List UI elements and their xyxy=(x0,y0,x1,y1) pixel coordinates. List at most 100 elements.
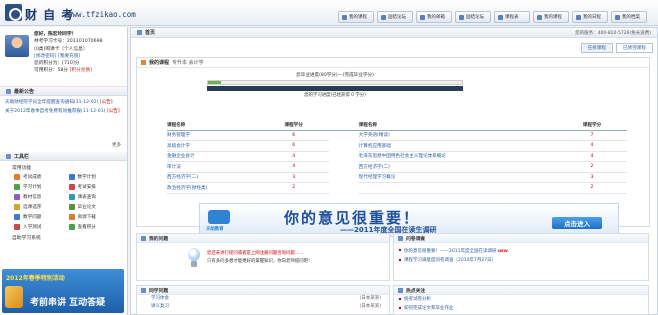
course-link[interactable]: 审计法 xyxy=(167,161,259,173)
points-exchange-link[interactable]: [积分兑换] xyxy=(70,68,92,73)
tools-subhead-2[interactable]: 自助学习系统 xyxy=(4,231,123,243)
select-icon xyxy=(14,204,20,210)
tool-download[interactable]: 资源下载 xyxy=(68,213,124,221)
tool-study-plan[interactable]: 数学计划 xyxy=(68,173,124,181)
survey-banner[interactable]: 天助教育 你的意见很重要！ ——2011年度全国在读生调研 点击进入 xyxy=(199,203,619,237)
course-link[interactable]: 大学英语(精读) xyxy=(358,130,557,141)
list-item[interactable]: 学习体会 (日本某某) xyxy=(137,295,389,303)
home-icon xyxy=(137,30,142,35)
col-course-name: 课程名称 xyxy=(167,121,259,131)
course-link[interactable]: 财务管理学 xyxy=(167,130,259,141)
promo-ad[interactable]: 2012年春季特别活动 考前串讲 互动答疑 xyxy=(2,269,124,313)
tool-exam-score[interactable]: 考试成绩 xyxy=(14,173,69,181)
nav-icon xyxy=(459,14,464,20)
course-title: 我的课程 xyxy=(149,60,170,66)
tool-thesis[interactable]: 毕业论文 xyxy=(68,203,124,211)
nav-button-1[interactable]: 固结论坛 xyxy=(377,11,413,23)
questions-line1[interactable]: 您还未进行提问或者是上网注册问题咨询问题…… xyxy=(207,250,312,258)
tab-finished-courses[interactable]: 已修完课程 xyxy=(616,43,653,53)
nav-button-5[interactable]: 我的课程 xyxy=(533,11,569,23)
tools-subhead: 常用功能 xyxy=(12,166,32,171)
main-panel: 首页 您的服务：400-810-5726(免长途费) 在修课程 已修完课程 我的… xyxy=(130,27,658,315)
download-icon xyxy=(68,214,75,220)
tool-textbook[interactable]: 教材信息 xyxy=(14,193,69,201)
tool-exam-schedule[interactable]: 考试安排 xyxy=(68,183,124,191)
progress-track xyxy=(207,86,463,91)
notice-item[interactable]: 天助财经院学员全年提醒查询通知(11-12-02) [公告] xyxy=(5,99,122,106)
progress-note: 您的学习进度(已经获得 0 学分) xyxy=(304,93,366,98)
hot-topics-header: 热点关注 xyxy=(394,286,648,295)
notice-item[interactable]: 关于2012年春季自考免费有效推荐报(11-12-01) [公告] xyxy=(5,108,122,115)
col-gap xyxy=(328,121,359,131)
nav-icon xyxy=(537,14,542,20)
toolbox-icon xyxy=(6,153,11,159)
hot-item[interactable]: 如何完成论文和毕业作业 xyxy=(394,304,648,313)
course-link[interactable] xyxy=(358,182,557,194)
course-credit: 6 xyxy=(258,140,329,152)
course-link[interactable]: 西方经济学(二) xyxy=(358,161,557,173)
score-icon xyxy=(14,174,20,180)
course-header: 我的课程 专升本 会计学 xyxy=(137,58,649,68)
survey-item[interactable]: 课程学习满意度问卷调查（2010年7月27日） xyxy=(394,256,648,265)
profile-name: 您好，陈宏玲同学！ xyxy=(34,32,77,37)
course-link[interactable]: 金融企业会计 xyxy=(167,151,259,162)
course-link[interactable]: 现代经理学习概论 xyxy=(358,172,557,183)
lightbulb-icon xyxy=(187,248,201,270)
col-credit: 课程学分 xyxy=(258,121,329,131)
promo-line1: 2012年春季特别活动 xyxy=(6,275,65,282)
logo-mark-icon xyxy=(5,4,22,21)
course-credit: 2 xyxy=(258,182,329,194)
hot-item[interactable]: 统考试卷分析 xyxy=(394,295,648,304)
notices-title: 最新公告 xyxy=(0,87,127,96)
course-link[interactable]: 毛泽东思想中国特色社会主义理论体系概论 xyxy=(358,151,557,162)
classmate-questions-panel: 同学问题 学习体会 (日本某某) 讲义复习 (日本某某) xyxy=(136,285,390,315)
table-row: 财务管理学 6 大学英语(精读) 7 xyxy=(167,130,627,141)
profile-links[interactable]: [修改密码] [我要充值] xyxy=(34,53,103,60)
page-title: 首页 xyxy=(145,30,156,36)
survey-panel: 问卷调查 你的意见很重要！——2011年度全国在读调研 NEW 课程学习满意度问… xyxy=(393,233,649,281)
course-credit: 3 xyxy=(258,172,329,183)
nav-button-2[interactable]: 我的邮箱 xyxy=(416,11,452,23)
course-icon xyxy=(141,60,146,65)
course-link[interactable]: 西方经济学(二) xyxy=(167,172,259,183)
course-credit: 4 xyxy=(557,140,627,152)
tool-points[interactable]: 查看积分 xyxy=(68,223,124,231)
course-credit: 3 xyxy=(557,172,627,183)
course-panel: 我的课程 专升本 会计学 您毕业进度(80学分)---(完成毕业学分) 您的学习… xyxy=(136,57,650,227)
course-link[interactable]: 高级会计学 xyxy=(167,140,259,152)
tool-course-select[interactable]: 选课选序 xyxy=(14,203,69,211)
fire-icon xyxy=(398,287,403,293)
tab-current-courses[interactable]: 在修课程 xyxy=(580,43,614,53)
notices-list: 天助财经院学员全年提醒查询通知(11-12-02) [公告] 关于2012年春季… xyxy=(0,96,127,152)
table-row: 高级会计学 6 计算机应用基础 4 xyxy=(167,140,627,152)
banner-enter-button[interactable]: 点击进入 xyxy=(552,217,602,229)
list-item[interactable]: 讲义复习 (日本某某) xyxy=(137,303,389,311)
tool-questions[interactable]: 数学问题 xyxy=(14,213,69,221)
top-bar: 财 自 考 www.tfzikao.com 我的课程 固结论坛 我的邮箱 固结论… xyxy=(0,0,658,26)
course-link[interactable]: 计算机应用基础 xyxy=(358,140,557,152)
nav-icon xyxy=(615,14,620,20)
tool-learning-plan[interactable]: 学习计划 xyxy=(14,183,69,191)
test-icon xyxy=(14,224,20,230)
notices-more-link[interactable]: 更多 xyxy=(112,142,121,149)
nav-button-0[interactable]: 我的课程 xyxy=(338,11,374,23)
tool-timetable[interactable]: 课表查询 xyxy=(68,193,124,201)
nav-button-7[interactable]: 我的档案 xyxy=(611,11,647,23)
progress-fill xyxy=(208,81,221,84)
logo-text: 财 自 考 xyxy=(25,8,75,22)
nav-button-6[interactable]: 我的日程 xyxy=(572,11,608,23)
nav-button-3[interactable]: 固结论坛 xyxy=(455,11,491,23)
survey-item[interactable]: 你的意见很重要！——2011年度全国在读调研 NEW xyxy=(394,246,648,256)
course-credit: 7 xyxy=(557,130,627,141)
course-table: 课程名称 课程学分 课程名称 课程学分 财务管理学 6 大学英语(精读) 7 高级会… xyxy=(167,121,627,194)
nav-button-4[interactable]: 课程表 xyxy=(494,11,530,23)
col-credit-2: 课程学分 xyxy=(557,121,627,131)
calendar-icon xyxy=(14,184,20,190)
profile-points: 您的积分为：[710]分 xyxy=(34,61,80,67)
profile-panel: 您好，陈宏玲同学！ 林考学习卡号：201101070698 (0类)购课卡（个人… xyxy=(0,27,127,87)
course-link[interactable]: 政治经济学(财经类) xyxy=(167,182,259,194)
course-credit: 6 xyxy=(258,130,329,141)
tool-entrance-test[interactable]: 入学测试 xyxy=(14,223,69,231)
course-credit: 4 xyxy=(258,161,329,173)
table-row: 政治经济学(财经类) 2 2 xyxy=(167,182,627,194)
